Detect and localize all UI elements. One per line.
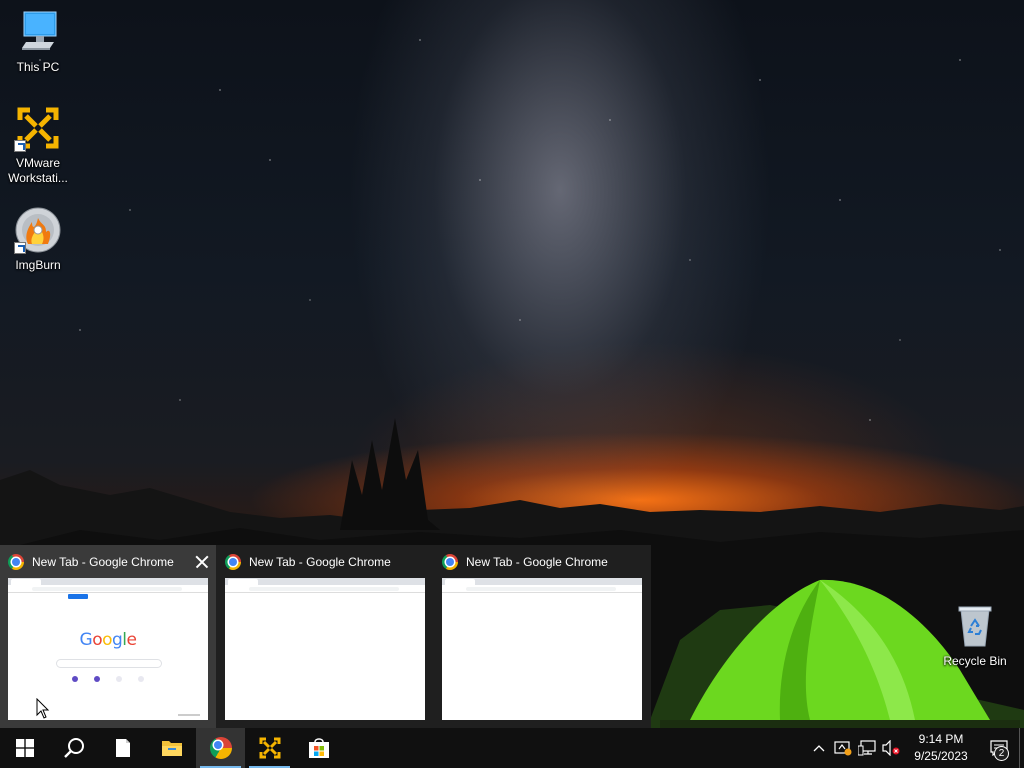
google-logo: Google <box>79 630 137 650</box>
file-explorer-icon <box>161 741 182 756</box>
desktop-icon-this-pc[interactable]: This PC <box>0 8 76 75</box>
thumbnail-title-bar: New Tab - Google Chrome <box>8 554 186 570</box>
thumbnail-preview[interactable] <box>442 578 642 720</box>
chrome-icon <box>209 737 232 759</box>
start-button[interactable] <box>0 728 49 768</box>
system-tray: 9:14 PM 9/25/2023 2 <box>807 728 1024 768</box>
mini-footer <box>178 714 200 716</box>
notepad-icon <box>115 739 130 757</box>
thumbnail-title: New Tab - Google Chrome <box>32 555 174 569</box>
show-desktop-button[interactable] <box>1019 728 1024 768</box>
mini-shortcut-tile <box>138 676 144 682</box>
clock-time: 9:14 PM <box>918 732 964 746</box>
taskbar-file-explorer-button[interactable] <box>147 728 196 768</box>
notification-count-badge: 2 <box>994 746 1009 761</box>
this-pc-icon <box>14 8 62 56</box>
desktop-icon-imgburn[interactable]: ImgBurn <box>0 206 76 273</box>
taskbar-clock[interactable]: 9:14 PM 9/25/2023 <box>903 731 979 765</box>
thumbnail-title: New Tab - Google Chrome <box>249 555 391 569</box>
chrome-icon <box>442 554 458 570</box>
thumbnail-title-bar: New Tab - Google Chrome <box>442 554 620 570</box>
mini-shortcut-tile <box>116 676 122 682</box>
taskbar-chrome-button[interactable] <box>196 728 245 768</box>
thumbnail-window-1[interactable]: New Tab - Google Chrome Google <box>0 545 216 728</box>
chrome-icon <box>225 554 241 570</box>
search-button[interactable] <box>49 728 98 768</box>
mini-address-bar <box>225 585 425 593</box>
vmware-icon <box>259 737 280 759</box>
network-icon <box>858 740 876 756</box>
mini-address-bar <box>442 585 642 593</box>
microsoft-store-icon <box>308 738 329 758</box>
taskbar-thumbnail-popup: New Tab - Google Chrome Google New Tab -… <box>0 545 651 728</box>
recycle-bin-label: Recycle Bin <box>943 654 1007 668</box>
thumbnail-title: New Tab - Google Chrome <box>466 555 608 569</box>
tray-security-button[interactable] <box>831 728 855 768</box>
mini-tab-bar <box>225 578 425 585</box>
mini-tab-bar <box>8 578 208 585</box>
vmware-icon <box>14 104 62 152</box>
windows-start-icon <box>15 739 34 757</box>
shortcut-arrow-icon <box>14 242 26 254</box>
mouse-cursor-icon <box>36 698 50 719</box>
vmware-label: VMware Workstati... <box>8 156 68 185</box>
this-pc-label: This PC <box>16 60 60 74</box>
shortcut-arrow-icon <box>14 140 26 152</box>
chevron-up-icon <box>813 745 825 752</box>
mini-address-bar <box>8 585 208 593</box>
taskbar-vmware-button[interactable] <box>245 728 294 768</box>
thumbnail-title-bar: New Tab - Google Chrome <box>225 554 403 570</box>
taskbar: 9:14 PM 9/25/2023 2 <box>0 728 1024 768</box>
mini-tab-bar <box>442 578 642 585</box>
search-icon <box>63 738 84 758</box>
imgburn-disc-icon <box>14 206 62 254</box>
mini-search-box <box>56 659 162 668</box>
mini-bookmark-bar <box>8 593 208 599</box>
taskbar-notepad-button[interactable] <box>98 728 147 768</box>
taskbar-store-button[interactable] <box>294 728 343 768</box>
tray-volume-button[interactable] <box>879 728 903 768</box>
recycle-bin-icon <box>951 602 999 650</box>
tray-network-button[interactable] <box>855 728 879 768</box>
chrome-icon <box>8 554 24 570</box>
thumbnail-close-button[interactable] <box>188 548 216 576</box>
clock-date: 9/25/2023 <box>914 749 968 763</box>
mini-shortcut-tile <box>72 676 78 682</box>
security-warning-icon <box>834 741 852 756</box>
thumbnail-window-3[interactable]: New Tab - Google Chrome <box>434 545 650 728</box>
desktop-icon-recycle-bin[interactable]: Recycle Bin <box>937 602 1013 669</box>
desktop-icon-vmware[interactable]: VMware Workstati... <box>0 104 76 186</box>
volume-muted-icon <box>882 740 900 756</box>
imgburn-label: ImgBurn <box>15 258 61 272</box>
action-center-button[interactable]: 2 <box>979 728 1019 768</box>
show-hidden-icons-button[interactable] <box>807 728 831 768</box>
thumbnail-preview[interactable] <box>225 578 425 720</box>
mini-shortcut-tile <box>94 676 100 682</box>
thumbnail-window-2[interactable]: New Tab - Google Chrome <box>217 545 433 728</box>
